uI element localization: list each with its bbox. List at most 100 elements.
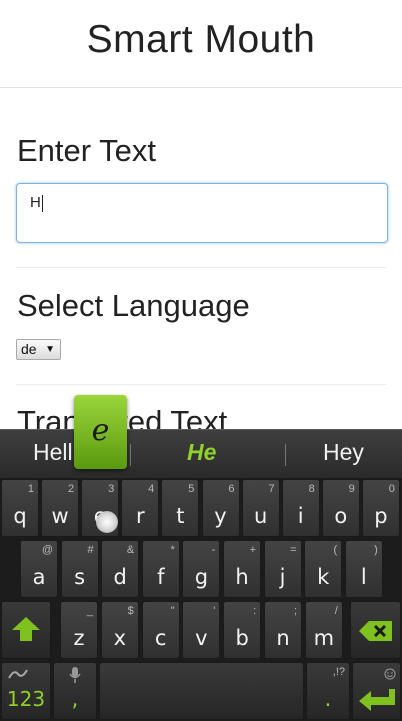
- soft-keyboard: Hell He Hey 1q2w3e4r5t6y7u8i9o0p @a#s&d*…: [0, 429, 402, 721]
- enter-key[interactable]: [352, 662, 401, 720]
- language-select-value: de: [21, 341, 37, 357]
- key-o[interactable]: 9o: [321, 479, 360, 537]
- key-z[interactable]: _ z: [60, 601, 98, 659]
- key-label: c: [154, 626, 167, 650]
- language-select[interactable]: de ▼: [16, 339, 61, 360]
- key-sub-label: #: [87, 544, 94, 556]
- key-i[interactable]: 8i: [281, 479, 320, 537]
- key-d[interactable]: & d: [101, 540, 140, 598]
- key-sub-label: =: [290, 544, 297, 556]
- key-k[interactable]: (k: [304, 540, 343, 598]
- key-label: l: [360, 565, 367, 589]
- space-key[interactable]: [99, 662, 304, 720]
- shift-key[interactable]: [1, 601, 51, 659]
- smiley-icon: [384, 667, 396, 685]
- key-sub-label: 5: [188, 483, 195, 495]
- comma-key[interactable]: ,: [53, 662, 97, 720]
- key-popup-preview: e: [74, 395, 127, 469]
- key-b[interactable]: :b: [223, 601, 262, 659]
- key-sub-label: $: [127, 605, 134, 617]
- key-label: o: [334, 504, 348, 528]
- key-sub-label: +: [249, 544, 256, 556]
- key-label: a: [32, 565, 46, 589]
- key-label: j: [279, 565, 286, 589]
- key-sub-label: ;: [293, 605, 297, 617]
- key-g[interactable]: -g: [182, 540, 221, 598]
- key-h[interactable]: + h: [223, 540, 261, 598]
- key-f[interactable]: * f: [141, 540, 180, 598]
- key-r[interactable]: 4r: [121, 479, 160, 537]
- backspace-icon: [351, 621, 400, 646]
- key-label: u: [253, 504, 268, 528]
- key-sub-label: 7: [268, 483, 275, 495]
- key-label: s: [74, 565, 86, 589]
- key-sub-label: *: [170, 544, 175, 556]
- key-sub-label: :: [253, 605, 257, 617]
- key-label: w: [51, 504, 69, 528]
- key-label: x: [113, 626, 127, 650]
- key-label: y: [214, 504, 227, 528]
- key-sub-label: 6: [228, 483, 235, 495]
- key-v[interactable]: ' v: [182, 601, 221, 659]
- key-sub-label: _: [86, 605, 93, 617]
- key-j[interactable]: = j: [263, 540, 302, 598]
- comma-key-label: ,: [71, 687, 79, 711]
- touch-indicator: [96, 511, 118, 533]
- key-sub-label: 3: [108, 483, 115, 495]
- suggestion-item[interactable]: Hell: [33, 439, 73, 466]
- numbers-key[interactable]: 123: [1, 662, 51, 720]
- key-sub-label: ): [374, 544, 378, 556]
- key-label: k: [317, 565, 330, 589]
- period-key-sub: ,!?: [332, 666, 345, 678]
- key-popup-letter: e: [91, 413, 110, 448]
- key-y[interactable]: 6y: [201, 479, 240, 537]
- key-t[interactable]: 5t: [161, 479, 200, 537]
- key-x[interactable]: $ x: [100, 601, 139, 659]
- period-key[interactable]: ,!? .: [306, 662, 350, 720]
- numbers-key-label: 123: [6, 687, 46, 711]
- key-sub-label: /: [334, 605, 338, 617]
- key-c[interactable]: " c: [141, 601, 180, 659]
- key-label: v: [195, 626, 208, 650]
- key-sub-label: (: [333, 544, 338, 556]
- key-u[interactable]: 7u: [241, 479, 280, 537]
- key-m[interactable]: / m: [304, 601, 343, 659]
- key-sub-label: 4: [148, 483, 155, 495]
- key-label: g: [194, 565, 209, 589]
- divider: [130, 444, 131, 466]
- microphone-icon: [54, 667, 96, 688]
- key-sub-label: -: [211, 544, 216, 556]
- key-label: d: [113, 565, 127, 589]
- key-q[interactable]: 1q: [1, 479, 39, 537]
- key-n[interactable]: ; n: [264, 601, 302, 659]
- divider: [16, 384, 386, 385]
- select-language-title: Select Language: [17, 288, 250, 323]
- key-label: z: [73, 626, 85, 650]
- backspace-key[interactable]: [350, 601, 401, 659]
- key-sub-label: 2: [67, 483, 75, 495]
- key-label: f: [157, 565, 165, 589]
- key-sub-label: 8: [308, 483, 315, 495]
- key-l[interactable]: ) l: [344, 540, 383, 598]
- suggestion-item[interactable]: Hey: [323, 439, 364, 466]
- text-input[interactable]: H: [16, 183, 388, 243]
- suggestion-item-selected[interactable]: He: [187, 439, 216, 466]
- key-label: p: [374, 504, 388, 528]
- key-w[interactable]: 2w: [41, 479, 80, 537]
- divider: [16, 267, 386, 268]
- shift-arrow-icon: [2, 616, 50, 647]
- key-label: t: [176, 504, 185, 528]
- dropdown-arrow-icon: ▼: [45, 344, 55, 355]
- key-sub-label: 1: [27, 483, 34, 495]
- key-s[interactable]: # s: [60, 540, 99, 598]
- key-label: q: [13, 504, 27, 528]
- swype-logo-icon: [8, 667, 50, 685]
- enter-text-title: Enter Text: [17, 133, 157, 168]
- period-key-label: .: [324, 687, 332, 711]
- key-sub-label: &: [126, 544, 135, 556]
- key-p[interactable]: 0p: [361, 479, 400, 537]
- key-sub-label: ': [213, 605, 216, 617]
- key-label: r: [135, 504, 145, 528]
- key-a[interactable]: @ a: [20, 540, 58, 598]
- app-title: Smart Mouth: [86, 18, 316, 61]
